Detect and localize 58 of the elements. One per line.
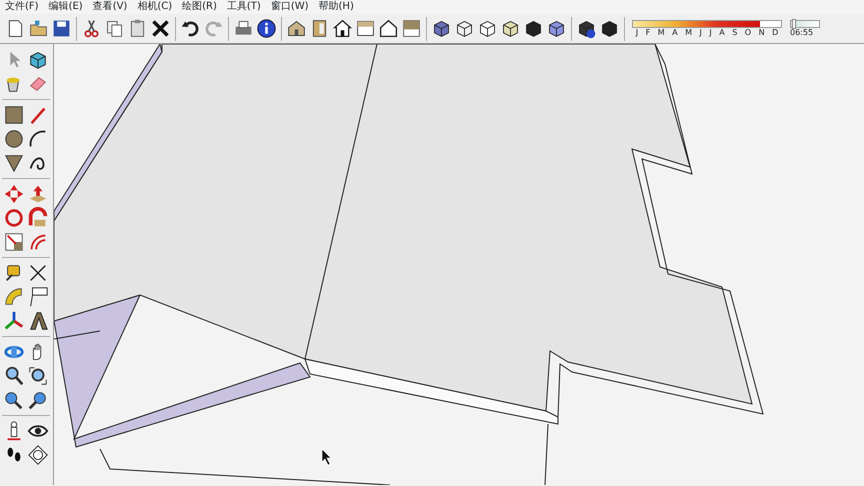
move-icon[interactable] [3, 183, 25, 205]
box-top-icon[interactable] [401, 18, 422, 39]
month-label: M [685, 28, 692, 38]
cube-icon[interactable] [500, 18, 521, 39]
house-outline-icon[interactable] [378, 18, 399, 39]
follow-me-icon[interactable] [27, 207, 49, 229]
open-folder-icon[interactable] [28, 18, 49, 39]
xray-cube-icon[interactable] [431, 18, 452, 39]
month-label: D [772, 28, 778, 38]
menu-item[interactable]: 帮助(H) [314, 0, 359, 14]
wireframe-cube-icon[interactable] [454, 18, 475, 39]
menu-item[interactable]: 窗口(W) [266, 0, 314, 14]
menu-item[interactable]: 工具(T) [222, 0, 266, 14]
cube-icon[interactable] [546, 18, 567, 39]
house-icon[interactable] [332, 18, 353, 39]
menu-item[interactable]: 编辑(E) [44, 0, 88, 14]
menu-item[interactable]: 相机(C) [132, 0, 178, 14]
rotate-icon[interactable] [3, 207, 25, 229]
save-icon[interactable] [51, 18, 72, 39]
menu-item[interactable]: 文件(F) [0, 0, 44, 14]
month-label: A [672, 28, 678, 38]
section-plane-icon[interactable] [27, 444, 49, 466]
menu-item[interactable]: 查看(V) [88, 0, 132, 14]
time-label: 06:55 [790, 28, 814, 38]
triangle-icon[interactable] [3, 152, 25, 174]
cube-info-icon[interactable] [576, 18, 597, 39]
cursor-icon [322, 448, 332, 466]
protractor-icon[interactable] [3, 286, 25, 308]
3d-letter-icon[interactable] [27, 310, 49, 332]
month-label: J [709, 28, 712, 38]
month-label: N [758, 28, 765, 38]
square-icon[interactable] [3, 104, 25, 126]
box-front-icon[interactable] [355, 18, 376, 39]
zoom-icon[interactable] [3, 365, 25, 387]
house-icon[interactable] [286, 18, 307, 39]
circle-icon[interactable] [3, 128, 25, 150]
month-slider[interactable] [632, 20, 782, 28]
cube-icon[interactable] [477, 18, 498, 39]
zoom-window-icon[interactable] [27, 365, 49, 387]
month-label: S [732, 28, 738, 38]
cube-icon[interactable] [599, 18, 620, 39]
month-label: J [636, 28, 638, 38]
push-pull-icon[interactable] [27, 183, 49, 205]
menu-item[interactable]: 绘图(R) [177, 0, 222, 14]
time-slider[interactable] [790, 20, 820, 28]
copy-icon[interactable] [104, 18, 125, 39]
month-label: O [744, 28, 752, 38]
magnifier-arrow-icon[interactable] [27, 389, 49, 411]
month-label: F [646, 28, 650, 38]
month-label: M [658, 28, 665, 38]
scale-icon[interactable] [3, 231, 25, 253]
month-label: J [700, 28, 702, 38]
time-slider-thumb[interactable] [792, 18, 796, 28]
info-icon[interactable] [256, 18, 277, 39]
axes-icon[interactable] [3, 310, 25, 332]
delete-icon[interactable] [150, 18, 171, 39]
magnifier-arrow-icon[interactable] [3, 389, 25, 411]
month-label: A [719, 28, 725, 38]
